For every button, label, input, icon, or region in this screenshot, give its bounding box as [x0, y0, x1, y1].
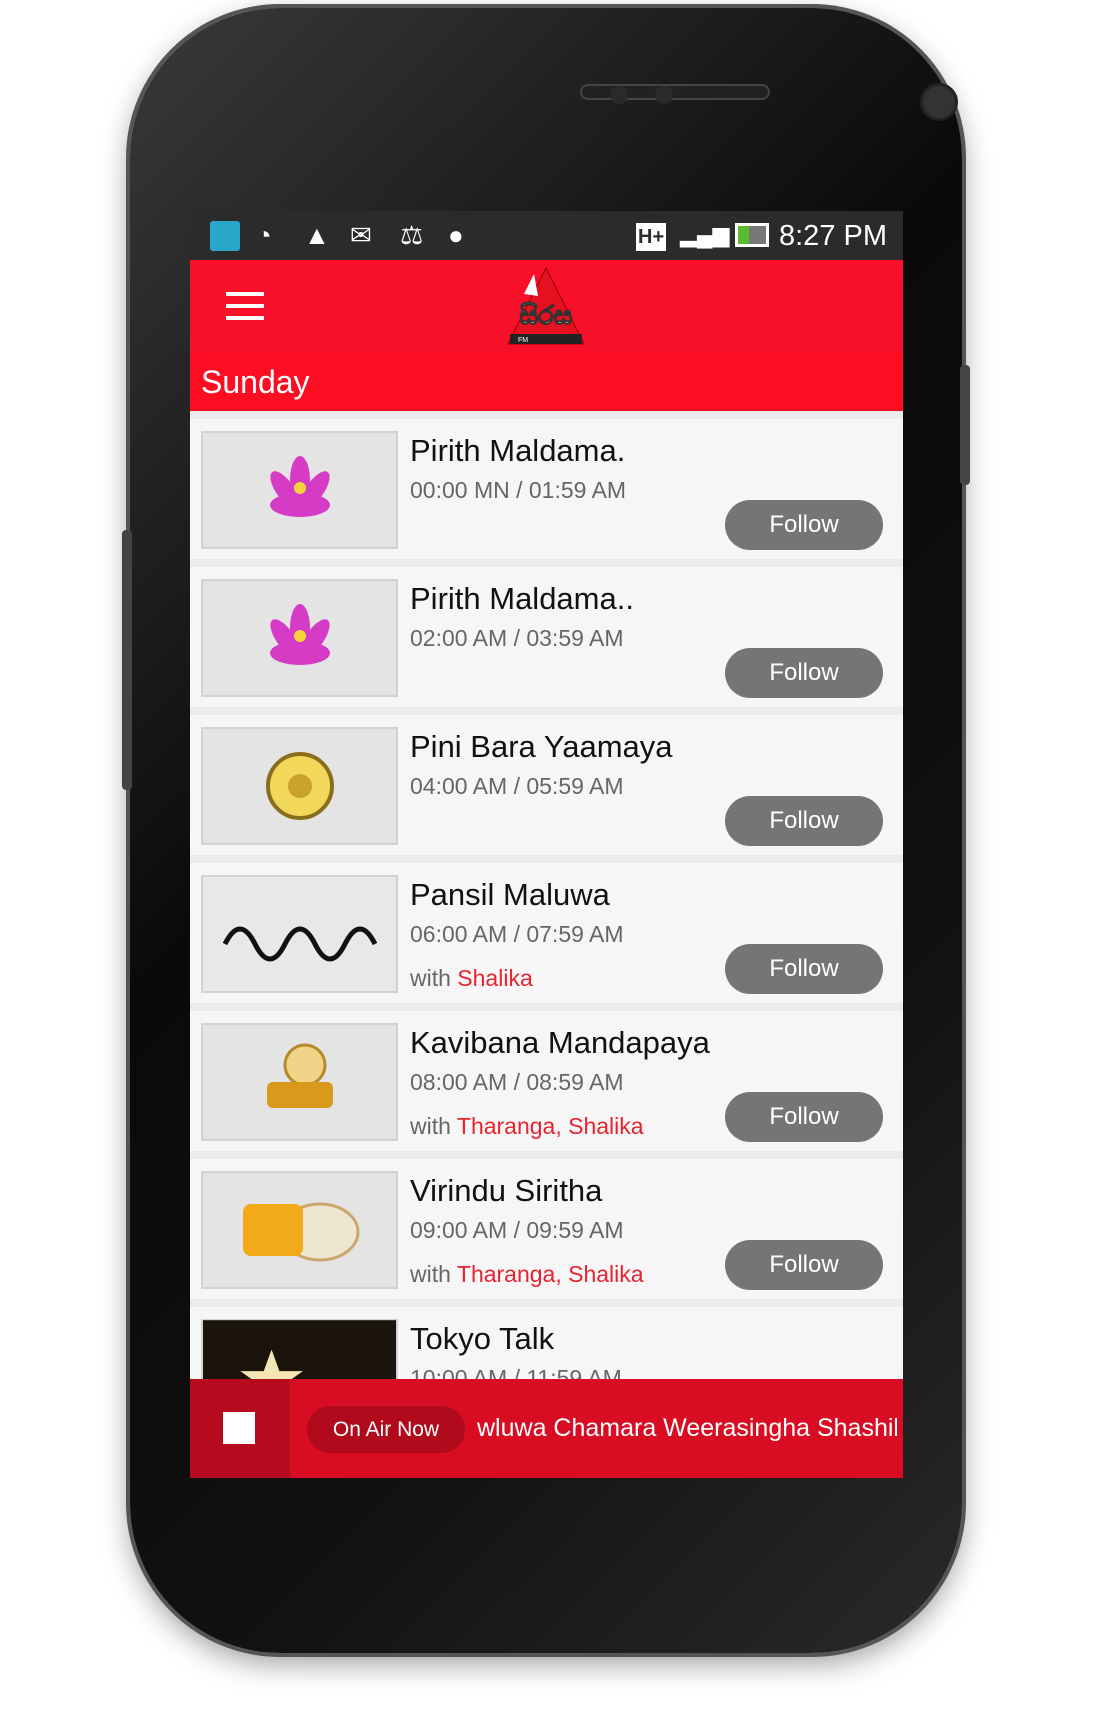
program-times: 04:00 AM / 05:59 AM [410, 773, 624, 799]
sensor [655, 86, 673, 104]
logo-subtext: FM [518, 337, 528, 344]
program-title: Virindu Siritha [410, 1173, 603, 1208]
program-thumbnail [201, 1023, 398, 1141]
program-thumbnail [201, 1171, 398, 1289]
with-label: with [410, 1113, 451, 1139]
program-thumbnail [201, 431, 398, 549]
program-times: 09:00 AM / 09:59 AM [410, 1217, 624, 1243]
stop-icon[interactable] [223, 1412, 255, 1444]
scales-icon: ⚖ [400, 220, 424, 250]
earpiece-speaker [580, 84, 770, 100]
speedometer-icon: ◔ [256, 220, 272, 250]
program-item[interactable]: Pirith Maldama. 00:00 MN / 01:59 AM Follo… [190, 419, 903, 559]
clock: 8:27 PM [779, 220, 887, 252]
with-label: with [410, 965, 451, 991]
program-item[interactable]: Kavibana Mandapaya 08:00 AM / 08:59 AM wi… [190, 1011, 903, 1151]
screen: ◔ ▲ ✉ ⚖ ● H+ ▂▄▆ 8:27 PM සිරස FM Sunday … [190, 211, 903, 1478]
kavibana-logo [266, 1043, 333, 1108]
lotus-thumbnail-icon [269, 604, 330, 665]
program-times: 00:00 MN / 01:59 AM [410, 477, 627, 503]
status-bar: ◔ ▲ ✉ ⚖ ● H+ ▂▄▆ 8:27 PM [190, 211, 903, 260]
now-playing-bar: On Air Now wluwa Chamara Weerasingha Sha… [190, 1379, 903, 1478]
program-item[interactable]: Pini Bara Yaamaya 04:00 AM / 05:59 AM Fol… [190, 715, 903, 855]
battery-charging-icon [735, 223, 769, 247]
stop-button[interactable] [190, 1379, 290, 1478]
program-hosts: with Tharanga, Shalika [410, 1261, 644, 1288]
network-type: H+ [636, 223, 667, 251]
lotus-thumbnail-icon [269, 456, 330, 517]
program-item[interactable]: Virindu Siritha 09:00 AM / 09:59 AM with … [190, 1159, 903, 1299]
follow-button[interactable]: Follow [725, 1092, 883, 1142]
host-names[interactable]: Tharanga, Shalika [457, 1113, 644, 1139]
program-times: 02:00 AM / 03:59 AM [410, 625, 624, 651]
now-playing-ticker: wluwa Chamara Weerasingha Shashika [477, 1414, 897, 1442]
program-title: Pirith Maldama.. [410, 581, 634, 616]
android-debug-icon: ● [448, 220, 464, 250]
program-item[interactable]: Pirith Maldama.. 02:00 AM / 03:59 AM Foll… [190, 567, 903, 707]
power-button [960, 365, 970, 485]
follow-button[interactable]: Follow [725, 648, 883, 698]
menu-icon[interactable] [226, 292, 264, 320]
program-hosts: with Tharanga, Shalika [410, 1113, 644, 1140]
program-title: Pansil Maluwa [410, 877, 610, 912]
follow-button[interactable]: Follow [725, 944, 883, 994]
app-bar: සිරස FM [190, 260, 903, 352]
program-title: Kavibana Mandapaya [410, 1025, 710, 1060]
follow-button[interactable]: Follow [725, 796, 883, 846]
follow-button[interactable]: Follow [725, 1240, 883, 1290]
sirasa-fm-logo: සිරස FM [507, 266, 585, 345]
front-camera [920, 83, 958, 121]
day-header: Sunday [190, 352, 903, 411]
program-title: Pini Bara Yaamaya [410, 729, 673, 764]
volume-button [122, 530, 132, 790]
with-label: with [410, 1261, 451, 1287]
program-thumbnail [201, 579, 398, 697]
program-title: Tokyo Talk [410, 1321, 555, 1356]
host-names[interactable]: Tharanga, Shalika [457, 1261, 644, 1287]
program-hosts: with Shalika [410, 965, 533, 992]
gmail-icon: ✉ [350, 220, 372, 250]
triangle-app-icon: ▲ [304, 220, 330, 250]
logo-text: සිරස [519, 300, 572, 330]
program-title: Pirith Maldama. [410, 433, 626, 468]
program-thumbnail [201, 727, 398, 845]
dharma-wheel-icon [265, 752, 334, 820]
sensor [610, 86, 628, 104]
program-times: 08:00 AM / 08:59 AM [410, 1069, 624, 1095]
on-air-now-button[interactable]: On Air Now [307, 1406, 465, 1453]
virindu-siritha-logo [242, 1202, 359, 1262]
host-names[interactable]: Shalika [457, 965, 532, 991]
follow-button[interactable]: Follow [725, 500, 883, 550]
screen-share-icon [210, 221, 240, 251]
program-item[interactable]: Pansil Maluwa 06:00 AM / 07:59 AM with Sh… [190, 863, 903, 1003]
program-times: 06:00 AM / 07:59 AM [410, 921, 624, 947]
pansil-maluwa-calligraphy [222, 926, 377, 962]
program-thumbnail [201, 875, 398, 993]
signal-icon: ▂▄▆ [680, 222, 730, 247]
